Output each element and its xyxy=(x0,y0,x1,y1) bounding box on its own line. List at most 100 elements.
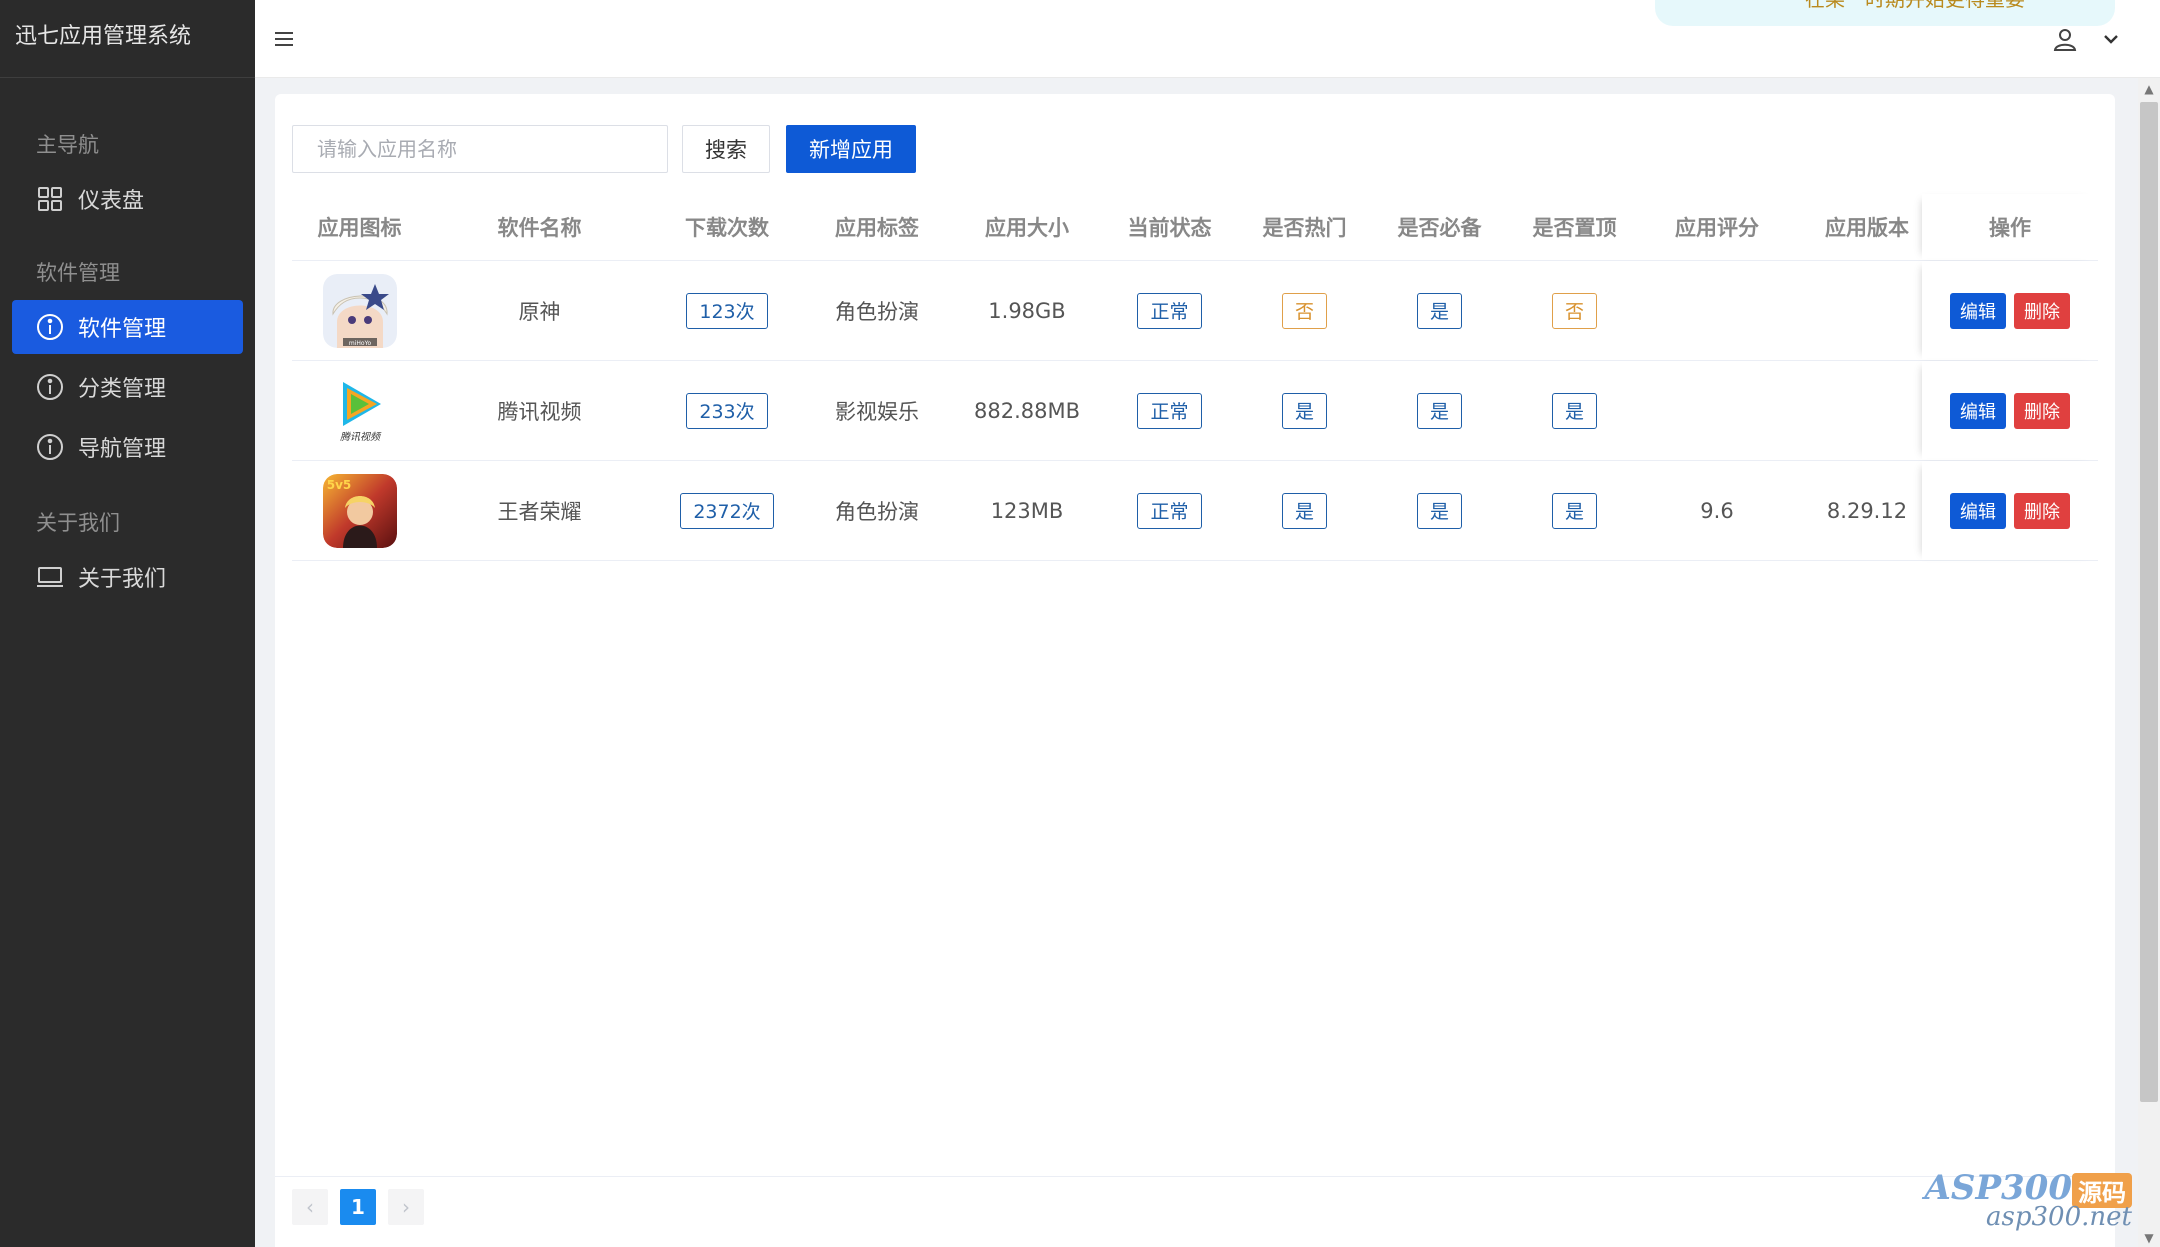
notice-banner: 在某一时期并始更得重要 xyxy=(1655,0,2115,26)
search-button[interactable]: 搜索 xyxy=(682,125,770,173)
status-badge: 正常 xyxy=(1137,392,1202,429)
status-badge: 正常 xyxy=(1137,492,1202,529)
app-table: 应用图标 软件名称 下载次数 应用标签 应用大小 当前状态 是否热门 是否必备 … xyxy=(292,194,2098,561)
svg-text:腾讯视频: 腾讯视频 xyxy=(340,431,382,443)
app-tag: 角色扮演 xyxy=(835,499,919,524)
nav-group-software: 软件管理 xyxy=(36,261,120,285)
page-scrollbar[interactable]: ▲ ▼ xyxy=(2138,78,2160,1247)
top-badge: 是 xyxy=(1551,392,1597,429)
actions-cell: 编辑 删除 xyxy=(1922,261,2098,360)
sidebar-item-label: 关于我们 xyxy=(78,567,167,592)
table-row: miHoYo 原神 123次 角色扮演 1.98GB 正常 否 是 否 编辑 删… xyxy=(292,261,2098,361)
sidebar-item-label: 仪表盘 xyxy=(78,189,145,214)
essential-badge: 是 xyxy=(1416,392,1462,429)
page-number[interactable]: 1 xyxy=(340,1189,376,1225)
column-header: 应用评分 xyxy=(1675,216,1759,240)
laptop-icon xyxy=(36,563,64,591)
hot-badge: 是 xyxy=(1281,492,1327,529)
info-icon xyxy=(36,373,64,401)
column-header: 软件名称 xyxy=(497,216,582,240)
nav-group-main: 主导航 xyxy=(36,133,99,157)
search-input[interactable] xyxy=(292,125,668,173)
next-page-button[interactable]: › xyxy=(388,1189,424,1225)
add-app-button[interactable]: 新增应用 xyxy=(786,125,916,173)
delete-button[interactable]: 删除 xyxy=(2014,392,2070,429)
info-icon xyxy=(36,433,64,461)
app-size: 1.98GB xyxy=(988,298,1066,323)
sidebar-item-label: 分类管理 xyxy=(78,377,167,402)
app-icon-cell: 腾讯视频 xyxy=(292,361,427,460)
hot-badge: 否 xyxy=(1281,292,1327,329)
app-tag: 角色扮演 xyxy=(835,299,919,324)
tencent-video-app-icon: 腾讯视频 xyxy=(322,373,397,448)
delete-button[interactable]: 删除 xyxy=(2014,292,2070,329)
toolbar: 搜索 新增应用 xyxy=(292,124,916,174)
sidebar-item-dashboard[interactable]: 仪表盘 xyxy=(12,172,243,226)
app-version: 8.29.12 xyxy=(1826,498,1908,523)
genshin-app-icon: miHoYo xyxy=(322,273,397,348)
svg-text:miHoYo: miHoYo xyxy=(348,340,371,347)
essential-badge: 是 xyxy=(1416,292,1462,329)
column-header: 当前状态 xyxy=(1127,216,1212,240)
menu-toggle-icon[interactable] xyxy=(269,24,299,54)
download-count-tag: 123次 xyxy=(686,292,768,329)
column-header: 是否置顶 xyxy=(1532,216,1617,240)
pagination: ‹ 1 › xyxy=(292,1189,436,1225)
app-name: 王者荣耀 xyxy=(497,499,582,524)
table-row: 5v5 王者荣耀 2372次 角色扮演 123MB 正常 是 是 是 9.6 8… xyxy=(292,461,2098,561)
column-header: 是否必备 xyxy=(1397,216,1482,240)
sidebar: 迅七应用管理系统 主导航 仪表盘 软件管理 软件管理 分类管理 导航管理 关于我… xyxy=(0,0,255,1247)
actions-cell: 编辑 删除 xyxy=(1922,361,2098,460)
nav-group-about: 关于我们 xyxy=(36,511,120,535)
app-tag: 影视娱乐 xyxy=(835,399,919,424)
sidebar-item-software[interactable]: 软件管理 xyxy=(12,300,243,354)
delete-button[interactable]: 删除 xyxy=(2014,492,2070,529)
table-row: 腾讯视频 腾讯视频 233次 影视娱乐 882.88MB 正常 是 是 是 编辑… xyxy=(292,361,2098,461)
sidebar-item-navigation[interactable]: 导航管理 xyxy=(12,420,243,474)
grid-icon xyxy=(36,185,64,213)
scrollbar-thumb[interactable] xyxy=(2140,102,2158,1102)
edit-button[interactable]: 编辑 xyxy=(1950,292,2006,329)
app-version xyxy=(1792,261,1942,360)
hot-badge: 是 xyxy=(1281,392,1327,429)
content-card: 搜索 新增应用 应用图标 软件名称 下载次数 应用标签 应用大小 当前状态 是否… xyxy=(275,94,2115,1247)
column-header: 下载次数 xyxy=(685,216,769,240)
svg-text:5v5: 5v5 xyxy=(326,478,351,492)
sidebar-item-label: 软件管理 xyxy=(78,317,167,342)
column-header: 应用版本 xyxy=(1825,216,1909,240)
app-size: 123MB xyxy=(990,498,1064,523)
app-rating xyxy=(1642,261,1792,360)
column-header: 应用大小 xyxy=(985,216,1069,240)
app-rating: 9.6 xyxy=(1700,498,1734,523)
scroll-up-icon[interactable]: ▲ xyxy=(2142,82,2156,96)
watermark-logo: ASP300 源码 asp300.net xyxy=(1925,1168,2132,1232)
column-header: 应用图标 xyxy=(317,216,402,240)
app-size: 882.88MB xyxy=(973,398,1080,423)
app-name: 原神 xyxy=(518,299,561,324)
info-icon xyxy=(36,313,64,341)
download-count-tag: 233次 xyxy=(686,392,768,429)
essential-badge: 是 xyxy=(1416,492,1462,529)
edit-button[interactable]: 编辑 xyxy=(1950,392,2006,429)
actions-cell: 编辑 删除 xyxy=(1922,461,2098,560)
sidebar-item-about[interactable]: 关于我们 xyxy=(12,550,243,604)
app-version xyxy=(1792,361,1942,460)
pagination-divider xyxy=(275,1176,2115,1177)
app-icon-cell: 5v5 xyxy=(292,461,427,560)
app-icon-cell: miHoYo xyxy=(292,261,427,360)
top-header: 在某一时期并始更得重要 xyxy=(255,0,2160,78)
app-title: 迅七应用管理系统 xyxy=(0,0,255,78)
column-header: 是否热门 xyxy=(1262,216,1347,240)
scroll-down-icon[interactable]: ▼ xyxy=(2142,1231,2156,1245)
app-name: 腾讯视频 xyxy=(497,399,582,424)
table-header: 应用图标 软件名称 下载次数 应用标签 应用大小 当前状态 是否热门 是否必备 … xyxy=(292,194,2098,261)
download-count-tag: 2372次 xyxy=(680,492,774,529)
edit-button[interactable]: 编辑 xyxy=(1950,492,2006,529)
top-badge: 否 xyxy=(1551,292,1597,329)
app-rating xyxy=(1642,361,1792,460)
prev-page-button[interactable]: ‹ xyxy=(292,1189,328,1225)
column-header: 操作 xyxy=(1922,194,2098,260)
user-icon[interactable] xyxy=(2050,24,2080,54)
sidebar-item-category[interactable]: 分类管理 xyxy=(12,360,243,414)
chevron-down-icon[interactable] xyxy=(2098,26,2124,52)
